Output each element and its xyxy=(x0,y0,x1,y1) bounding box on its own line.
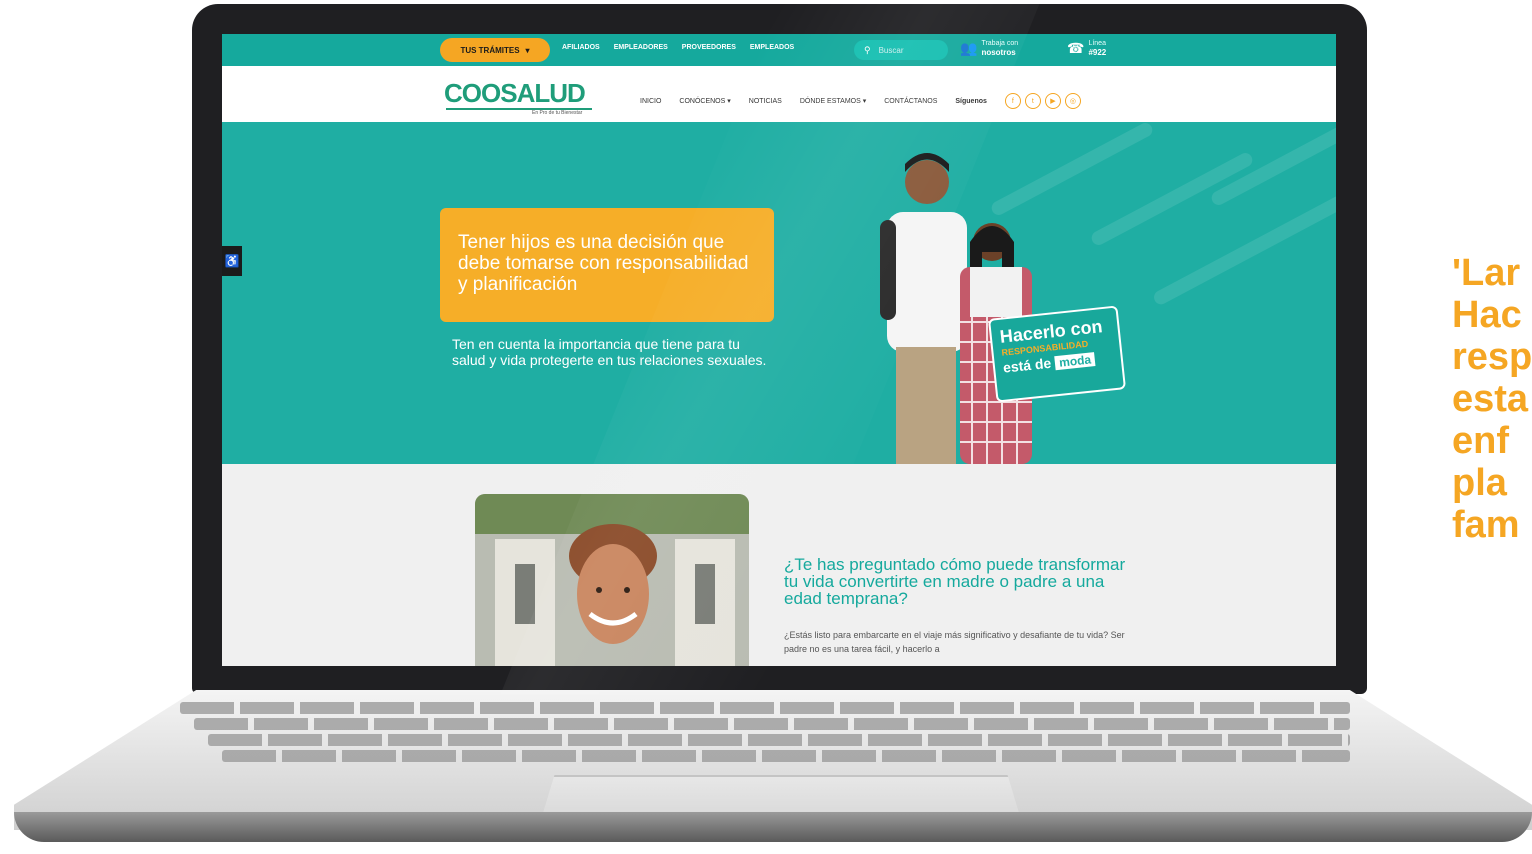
main-menu: INICIO CONÓCENOS ▾ NOTICIAS DÓNDE ESTAMO… xyxy=(640,93,1081,109)
social-icons: f t ▶ ◎ xyxy=(1004,93,1081,109)
people-icon: 👥 xyxy=(960,39,978,56)
top-nav-afiliados[interactable]: AFILIADOS xyxy=(562,44,600,51)
trabaja-con-nosotros-link[interactable]: 👥 Trabaja con nosotros xyxy=(960,39,1019,58)
main-header: COOSALUD En Pro de tu Bienestar INICIO C… xyxy=(222,66,1336,123)
hero-subtitle: Ten en cuenta la importancia que tiene p… xyxy=(452,336,767,368)
linea-number: #922 xyxy=(1088,48,1107,57)
menu-inicio[interactable]: INICIO xyxy=(640,98,661,105)
search-icon: ⚲ xyxy=(864,44,871,55)
twitter-icon[interactable]: t xyxy=(1024,93,1041,109)
top-nav-empleados[interactable]: EMPLEADOS xyxy=(750,44,794,51)
linea-small-text: Línea xyxy=(1088,40,1106,47)
menu-contactanos[interactable]: CONTÁCTANOS xyxy=(884,98,937,105)
linea-link[interactable]: ☎ Línea #922 xyxy=(1067,39,1107,58)
top-nav-proveedores[interactable]: PROVEEDORES xyxy=(682,44,736,51)
keyboard xyxy=(180,702,1350,772)
section-heading: ¿Te has preguntado cómo puede transforma… xyxy=(784,555,1126,608)
tus-tramites-label: TUS TRÁMITES xyxy=(460,45,520,55)
trabaja-bold-text: nosotros xyxy=(981,48,1016,57)
facebook-icon[interactable]: f xyxy=(1004,93,1021,109)
menu-noticias[interactable]: NOTICIAS xyxy=(749,98,782,105)
siguenos-label: Síguenos xyxy=(955,97,987,105)
search-input[interactable] xyxy=(876,44,941,56)
content-section: ¿Te has preguntado cómo puede transforma… xyxy=(222,464,1336,666)
accessibility-icon[interactable]: ♿ xyxy=(222,246,242,276)
top-nav: AFILIADOS EMPLEADORES PROVEEDORES EMPLEA… xyxy=(562,44,794,51)
top-bar: TUS TRÁMITES ▾ AFILIADOS EMPLEADORES PRO… xyxy=(222,34,1336,66)
hero-title-box: Tener hijos es una decisión que debe tom… xyxy=(440,208,774,322)
trabaja-small-text: Trabaja con xyxy=(981,40,1019,47)
headset-icon: ☎ xyxy=(1067,39,1085,56)
laptop-screen: TUS TRÁMITES ▾ AFILIADOS EMPLEADORES PRO… xyxy=(222,34,1336,666)
search-box: ⚲ xyxy=(854,40,948,60)
hero-banner: Tener hijos es una decisión que debe tom… xyxy=(222,122,1336,464)
decorative-stripe xyxy=(1151,191,1336,307)
menu-donde-estamos[interactable]: DÓNDE ESTAMOS ▾ xyxy=(800,97,866,105)
badge-line4: moda xyxy=(1054,352,1096,371)
badge-line3: está de xyxy=(1002,354,1052,376)
logo-tagline: En Pro de tu Bienestar xyxy=(532,110,583,116)
hero-students-image xyxy=(880,153,1032,464)
menu-conocenos[interactable]: CONÓCENOS ▾ xyxy=(679,97,730,105)
coosalud-logo[interactable]: COOSALUD xyxy=(444,78,586,109)
top-nav-empleadores[interactable]: EMPLEADORES xyxy=(614,44,668,51)
hero-title: Tener hijos es una decisión que debe tom… xyxy=(458,232,749,295)
instagram-icon[interactable]: ◎ xyxy=(1064,93,1081,109)
chevron-down-icon: ▾ xyxy=(525,45,530,55)
side-caption: 'Lar Hac resp esta enf pla fam xyxy=(1452,252,1532,546)
youtube-icon[interactable]: ▶ xyxy=(1044,93,1061,109)
tus-tramites-button[interactable]: TUS TRÁMITES ▾ xyxy=(440,38,550,62)
hacerlo-con-responsabilidad-badge: Hacerlo con RESPONSABILIDAD está de moda xyxy=(987,305,1127,403)
teen-boy-photo xyxy=(475,494,749,666)
laptop-base-edge xyxy=(14,812,1532,842)
section-paragraph: ¿Estás listo para embarcarte en el viaje… xyxy=(784,630,1125,654)
